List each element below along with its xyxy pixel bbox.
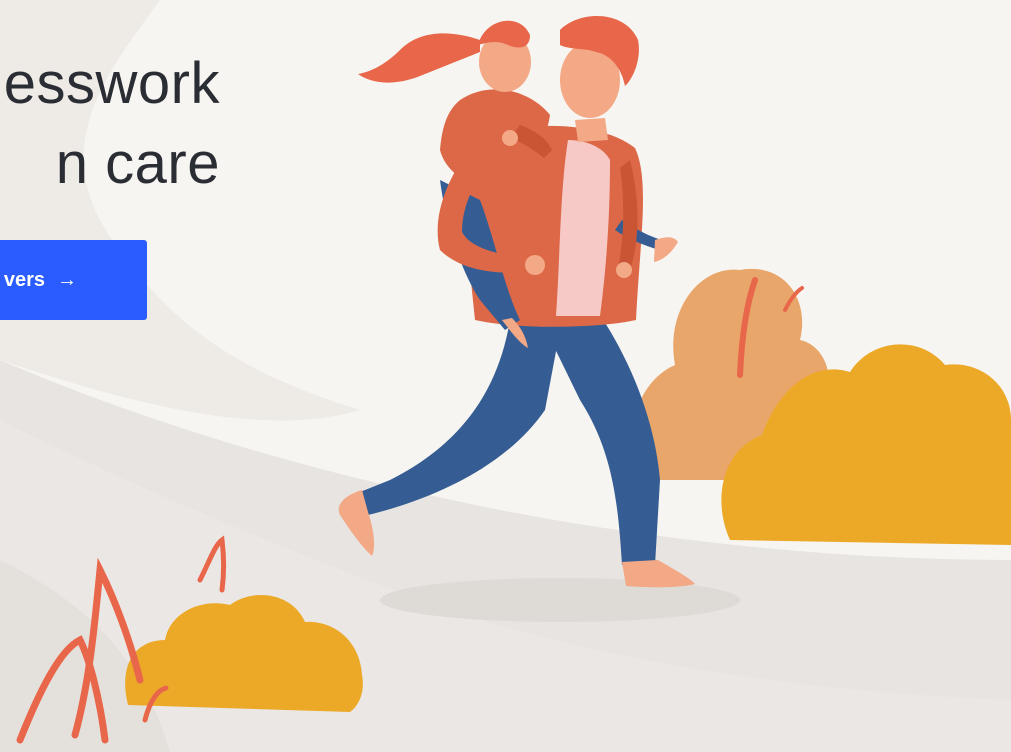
arrow-right-icon: → xyxy=(57,269,77,291)
man-hand-far xyxy=(616,262,632,278)
cta-label: vers xyxy=(3,268,45,291)
headline-line-1: esswork xyxy=(3,51,220,116)
girl-foot-far xyxy=(654,237,678,262)
girl-hand xyxy=(502,130,518,146)
girl-ponytail xyxy=(358,33,480,83)
man-neck xyxy=(575,118,608,142)
page-headline: esswork n care xyxy=(0,44,220,204)
cta-button[interactable]: vers → xyxy=(0,240,147,320)
headline-line-2: n care xyxy=(55,131,220,196)
man-hand xyxy=(525,255,545,275)
hero-section: esswork n care vers → xyxy=(0,0,1011,752)
man-back-leg xyxy=(360,320,560,515)
